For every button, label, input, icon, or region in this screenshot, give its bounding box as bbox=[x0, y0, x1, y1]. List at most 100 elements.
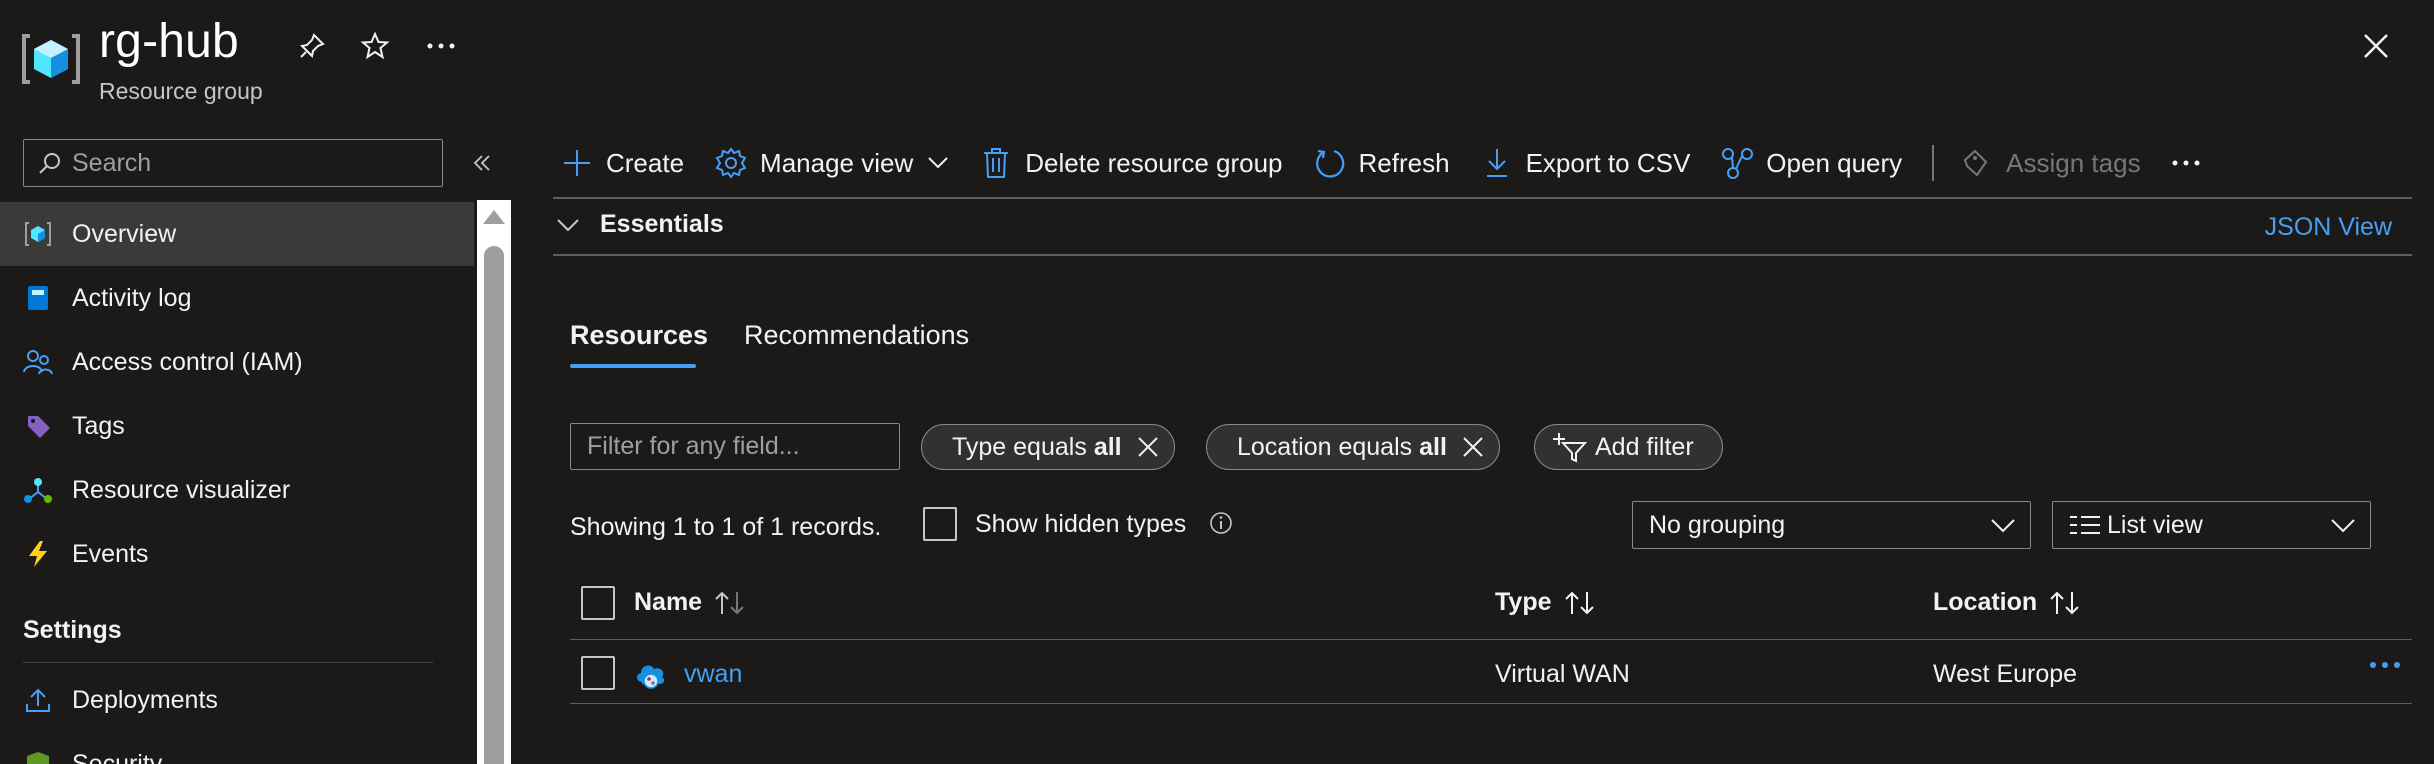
tab-resources[interactable]: Resources bbox=[570, 320, 708, 351]
grouping-value: No grouping bbox=[1649, 510, 1786, 539]
close-icon[interactable] bbox=[2354, 24, 2398, 68]
grouping-dropdown[interactable]: No grouping bbox=[1632, 501, 2031, 549]
chevron-down-icon bbox=[927, 156, 949, 170]
type-filter-label: Type equals bbox=[952, 432, 1087, 461]
toolbar-divider bbox=[1932, 145, 1935, 181]
resource-name-link[interactable]: vwan bbox=[684, 660, 742, 689]
virtual-wan-icon bbox=[633, 656, 669, 692]
sidebar-item-resource-visualizer[interactable]: Resource visualizer bbox=[0, 458, 474, 522]
column-header-location[interactable]: Location bbox=[1933, 588, 2081, 617]
pin-icon[interactable] bbox=[290, 24, 334, 68]
resource-type: Virtual WAN bbox=[1495, 660, 1630, 688]
collapse-sidebar-icon[interactable] bbox=[465, 146, 499, 180]
essentials-separator bbox=[553, 254, 2412, 256]
sort-icon bbox=[1564, 590, 1596, 616]
download-icon bbox=[1480, 146, 1514, 180]
sidebar-item-label: Security bbox=[72, 749, 163, 764]
open-query-label: Open query bbox=[1766, 147, 1903, 178]
add-filter-label: Add filter bbox=[1595, 432, 1694, 461]
row-checkbox[interactable] bbox=[581, 656, 615, 690]
location-filter-label: Location equals bbox=[1237, 432, 1413, 461]
tab-recommendations[interactable]: Recommendations bbox=[744, 320, 969, 351]
create-button[interactable]: Create bbox=[560, 146, 684, 180]
toolbar-more-icon[interactable] bbox=[2171, 159, 2201, 167]
tag-icon bbox=[1960, 146, 1994, 180]
sidebar-section-settings: Settings bbox=[23, 616, 122, 644]
column-header-label: Name bbox=[634, 588, 703, 616]
sort-icon bbox=[714, 590, 746, 616]
remove-filter-icon[interactable] bbox=[1461, 435, 1485, 459]
delete-resource-group-button[interactable]: Delete resource group bbox=[979, 146, 1283, 180]
resource-group-icon bbox=[22, 218, 54, 250]
column-header-label: Type bbox=[1495, 588, 1552, 616]
star-icon[interactable] bbox=[353, 24, 397, 68]
sidebar-item-deployments[interactable]: Deployments bbox=[0, 668, 474, 732]
chevron-down-icon bbox=[1990, 514, 2016, 536]
sidebar-item-label: Overview bbox=[72, 219, 177, 248]
type-filter-pill[interactable]: Type equals all bbox=[921, 424, 1175, 470]
filter-input[interactable] bbox=[570, 423, 900, 470]
resource-location: West Europe bbox=[1933, 660, 2078, 688]
export-csv-button[interactable]: Export to CSV bbox=[1480, 146, 1691, 180]
sidebar-item-events[interactable]: Events bbox=[0, 522, 474, 586]
sidebar-item-label: Events bbox=[72, 539, 149, 568]
sidebar-item-tags[interactable]: Tags bbox=[0, 394, 474, 458]
assign-tags-label: Assign tags bbox=[2006, 147, 2141, 178]
shield-icon bbox=[22, 748, 54, 764]
sidebar-item-security[interactable]: Security bbox=[0, 732, 474, 764]
toolbar-separator bbox=[553, 197, 2412, 199]
export-label: Export to CSV bbox=[1525, 147, 1691, 178]
gear-icon bbox=[714, 146, 748, 180]
sidebar-item-label: Activity log bbox=[72, 283, 192, 312]
type-filter-value: all bbox=[1093, 432, 1122, 461]
column-header-label: Location bbox=[1933, 588, 2038, 616]
trash-icon bbox=[979, 146, 1013, 180]
refresh-label: Refresh bbox=[1358, 147, 1450, 178]
remove-filter-icon[interactable] bbox=[1136, 435, 1160, 459]
column-header-name[interactable]: Name bbox=[634, 588, 746, 617]
scroll-thumb[interactable] bbox=[484, 246, 504, 764]
list-view-icon bbox=[2069, 514, 2101, 536]
sidebar-item-overview[interactable]: Overview bbox=[0, 202, 474, 266]
location-filter-pill[interactable]: Location equals all bbox=[1206, 424, 1500, 470]
more-icon[interactable] bbox=[419, 24, 463, 68]
tab-indicator bbox=[570, 364, 696, 368]
column-header-type[interactable]: Type bbox=[1495, 588, 1596, 617]
sidebar-item-label: Resource visualizer bbox=[72, 475, 291, 504]
sidebar-item-label: Deployments bbox=[72, 685, 218, 714]
plus-icon bbox=[560, 146, 594, 180]
page-title: rg-hub bbox=[99, 15, 239, 68]
resource-group-icon bbox=[20, 28, 82, 90]
sidebar-scrollbar[interactable] bbox=[477, 200, 511, 764]
show-hidden-checkbox[interactable] bbox=[923, 507, 957, 541]
add-filter-button[interactable]: Add filter bbox=[1534, 424, 1723, 470]
essentials-toggle[interactable]: Essentials bbox=[556, 210, 724, 239]
delete-label: Delete resource group bbox=[1025, 147, 1283, 178]
command-bar: Create Manage view Delete resource group… bbox=[560, 140, 2231, 186]
sidebar-item-access-control[interactable]: Access control (IAM) bbox=[0, 330, 474, 394]
people-icon bbox=[22, 346, 54, 378]
sidebar-item-activity-log[interactable]: Activity log bbox=[0, 266, 474, 330]
create-label: Create bbox=[606, 147, 685, 178]
divider bbox=[23, 662, 433, 663]
view-dropdown[interactable]: List view bbox=[2052, 501, 2371, 549]
json-view-link[interactable]: JSON View bbox=[2265, 213, 2392, 242]
refresh-icon bbox=[1313, 146, 1347, 180]
sidebar-search-input[interactable] bbox=[72, 148, 432, 178]
sidebar-item-label: Tags bbox=[72, 411, 125, 440]
manage-view-button[interactable]: Manage view bbox=[714, 146, 949, 180]
open-query-button[interactable]: Open query bbox=[1720, 146, 1902, 180]
assign-tags-button[interactable]: Assign tags bbox=[1960, 146, 2141, 180]
tag-icon bbox=[22, 410, 54, 442]
refresh-button[interactable]: Refresh bbox=[1313, 146, 1450, 180]
essentials-label: Essentials bbox=[600, 210, 724, 238]
select-all-checkbox[interactable] bbox=[581, 586, 615, 620]
table-header-separator bbox=[570, 639, 2412, 640]
search-icon bbox=[39, 153, 60, 174]
info-icon[interactable] bbox=[1208, 510, 1234, 536]
scroll-up-arrow[interactable] bbox=[483, 210, 505, 224]
page-subtitle: Resource group bbox=[99, 78, 263, 104]
row-more-icon[interactable] bbox=[2370, 662, 2400, 668]
visualizer-icon bbox=[22, 474, 54, 506]
sidebar-search[interactable] bbox=[23, 139, 443, 187]
